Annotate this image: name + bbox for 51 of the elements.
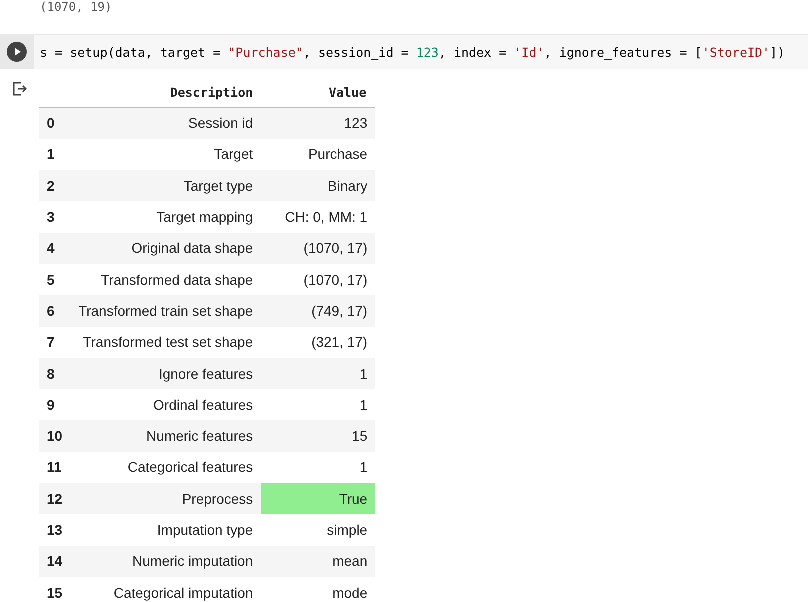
value-cell: 15 [261, 420, 375, 452]
description-cell: Target type [70, 170, 262, 202]
description-cell-text: Imputation type [156, 521, 254, 540]
row-index: 0 [39, 108, 71, 139]
description-cell: Categorical features [70, 452, 262, 484]
row-index: 6 [39, 295, 71, 327]
value-cell: mean [261, 546, 375, 577]
value-cell: True [261, 483, 375, 514]
run-icon[interactable] [7, 42, 27, 62]
value-cell: Purchase [261, 138, 375, 170]
description-cell: Session id [70, 108, 262, 139]
row-index: 10 [39, 420, 71, 452]
row-index: 12 [39, 483, 71, 514]
previous-output: (1070, 19) [39, 0, 114, 14]
row-index: 11 [39, 452, 71, 484]
value-cell: (749, 17) [261, 295, 375, 327]
description-cell: Transformed train set shape [70, 295, 262, 327]
row-index: 9 [39, 389, 71, 420]
row-index: 15 [39, 576, 71, 602]
description-cell: Categorical imputation [70, 576, 262, 602]
row-index: 2 [39, 170, 71, 202]
value-cell-text: simple [326, 521, 369, 540]
description-cell: Original data shape [70, 232, 262, 264]
value-cell: (321, 17) [261, 326, 375, 358]
row-index: 7 [39, 326, 71, 358]
output-icon [12, 81, 28, 97]
row-index: 1 [39, 138, 71, 170]
description-cell: Ignore features [70, 358, 262, 390]
value-cell: 1 [261, 358, 375, 390]
row-index: 5 [39, 264, 71, 296]
description-cell-text: Target mapping [156, 208, 254, 228]
description-cell: Transformed data shape [70, 264, 262, 296]
description-cell: Numeric imputation [70, 546, 262, 577]
description-cell: Ordinal features [70, 389, 262, 420]
description-cell: Target [70, 138, 262, 170]
value-cell: 123 [261, 108, 375, 139]
row-index: 14 [39, 546, 71, 577]
value-cell: (1070, 17) [261, 232, 375, 264]
value-cell: 1 [261, 389, 375, 420]
value-cell: Binary [261, 170, 375, 202]
row-index: 13 [46, 521, 64, 540]
row-index: 3 [46, 208, 56, 228]
row-index: 8 [39, 358, 71, 390]
value-cell-text: CH: 0, MM: 1 [284, 208, 369, 228]
description-cell: Numeric features [70, 420, 262, 452]
description-cell: Preprocess [70, 483, 262, 514]
value-cell: (1070, 17) [261, 264, 375, 296]
value-cell: mode [261, 576, 375, 602]
row-index: 4 [39, 232, 71, 264]
description-cell: Transformed test set shape [70, 326, 262, 358]
value-cell: 1 [261, 452, 375, 484]
